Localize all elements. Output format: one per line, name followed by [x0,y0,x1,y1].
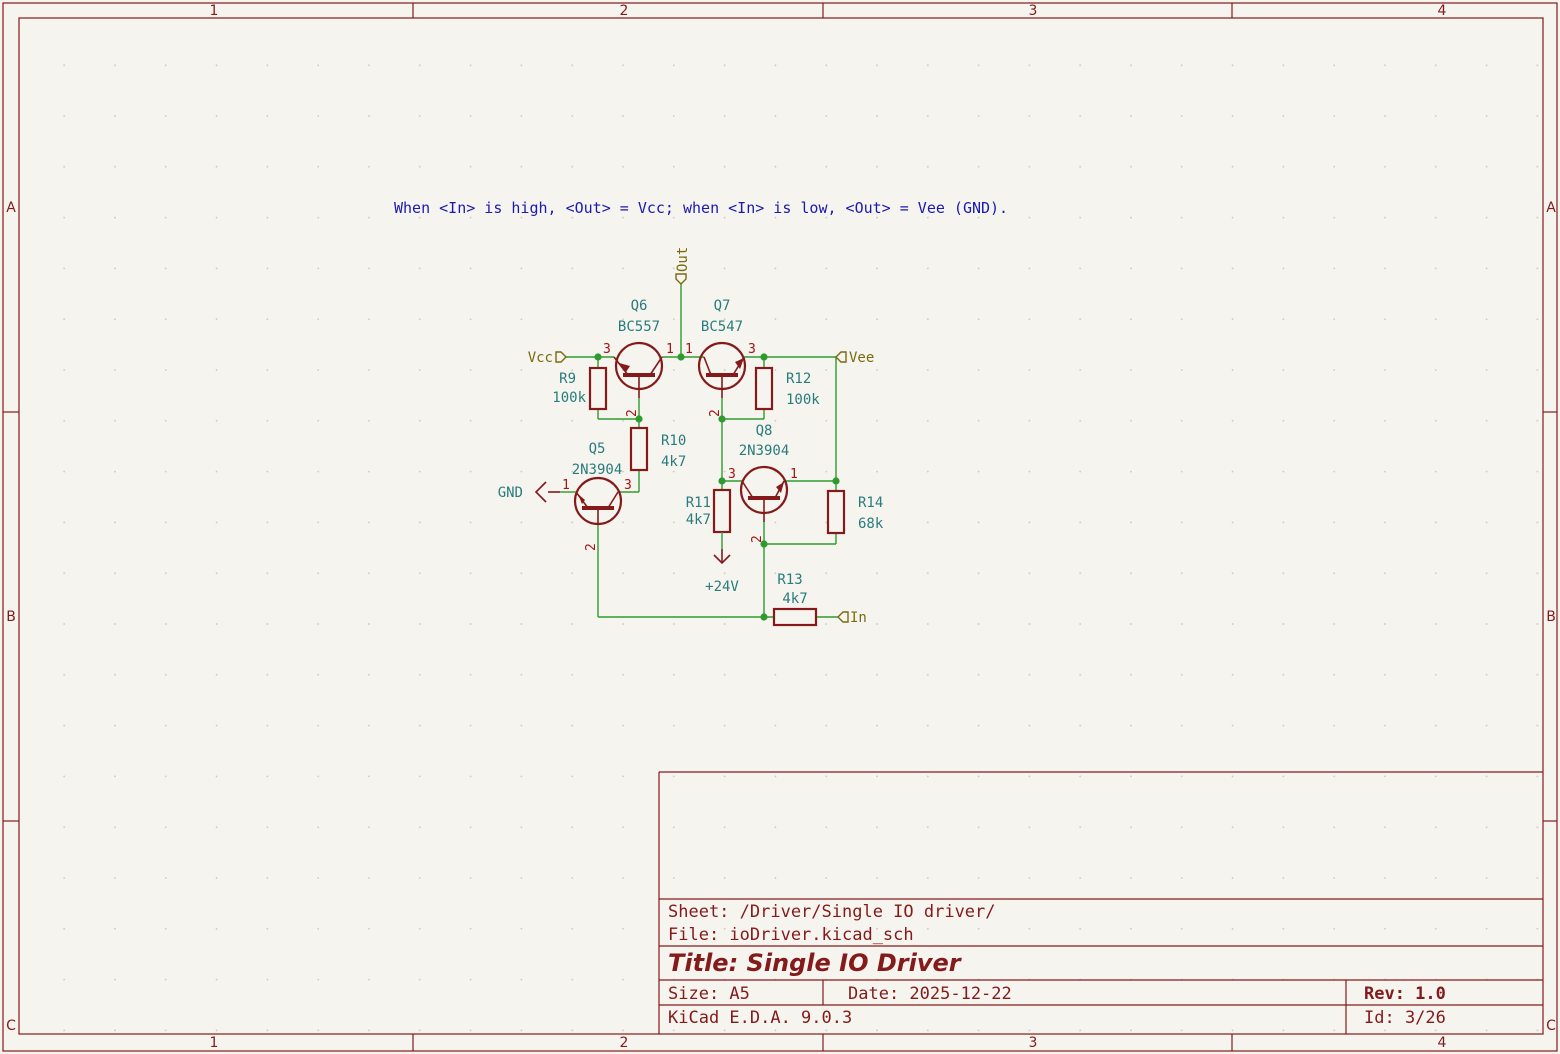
port-label: In [850,610,867,626]
junction [677,353,685,361]
pin-number: 3 [728,467,736,482]
component-ref: R12 [786,371,811,387]
schematic-note: When <In> is high, <Out> = Vcc; when <In… [394,199,1008,217]
component-ref: R13 [777,572,802,588]
component-ref: R14 [858,495,883,511]
component-value: 100k [552,390,586,406]
junction [594,353,602,361]
component-ref: Q8 [756,423,773,439]
junction [718,477,726,485]
column-marker: 4 [1438,3,1447,19]
component-value: 4k7 [686,512,711,528]
row-marker: A [1546,200,1556,216]
pin-number: 2 [625,409,640,417]
row-marker: C [1546,1018,1556,1034]
title-block-tool: KiCad E.D.A. 9.0.3 [668,1008,852,1028]
port-label: Vcc [528,350,553,366]
schematic-sheet[interactable]: 1 2 3 4 1 2 3 4 A B C A B C When <In> is… [0,0,1560,1054]
title-block-file: File: ioDriver.kicad_sch [668,925,914,945]
port-label: Out [675,247,691,272]
junction [832,477,840,485]
title-block-size: Size: A5 [668,984,750,1004]
component-ref: R10 [661,433,686,449]
column-marker: 1 [210,3,219,19]
row-marker: B [6,609,16,625]
pin-number: 1 [666,342,674,357]
power-label: +24V [705,579,739,595]
component-value: 4k7 [782,591,807,607]
row-marker: C [6,1018,16,1034]
pin-number: 1 [685,342,693,357]
title-block-sheet: Sheet: /Driver/Single IO driver/ [668,902,996,922]
column-marker: 2 [620,1035,629,1051]
row-marker: B [1546,609,1556,625]
column-marker: 4 [1438,1035,1447,1051]
pin-number: 2 [584,543,599,551]
pin-number: 3 [748,342,756,357]
pin-number: 1 [562,478,570,493]
pin-number: 3 [603,342,611,357]
component-ref: Q5 [589,441,606,457]
power-label: GND [498,485,523,501]
title-block-date: Date: 2025-12-22 [848,984,1012,1004]
junction [760,353,768,361]
component-value: 100k [786,392,820,408]
pin-number: 2 [750,535,765,543]
column-marker: 3 [1029,3,1038,19]
pin-number: 1 [790,467,798,482]
component-value: 2N3904 [739,443,790,459]
component-ref: Q7 [714,298,731,314]
junction [760,613,768,621]
column-marker: 2 [620,3,629,19]
title-block-rev: Rev: 1.0 [1364,984,1446,1004]
title-block-title: Title: Single IO Driver [668,949,963,977]
component-value: 4k7 [661,454,686,470]
component-value: 2N3904 [572,462,623,478]
title-block-id: Id: 3/26 [1364,1008,1446,1028]
component-value: BC557 [618,319,660,335]
component-ref: R11 [686,495,711,511]
pin-number: 3 [624,478,632,493]
component-ref: R9 [559,371,576,387]
component-value: BC547 [701,319,743,335]
port-label: Vee [849,350,874,366]
pin-number: 2 [708,409,723,417]
component-ref: Q6 [631,298,648,314]
column-marker: 3 [1029,1035,1038,1051]
component-value: 68k [858,516,884,532]
column-marker: 1 [210,1035,219,1051]
row-marker: A [6,200,16,216]
